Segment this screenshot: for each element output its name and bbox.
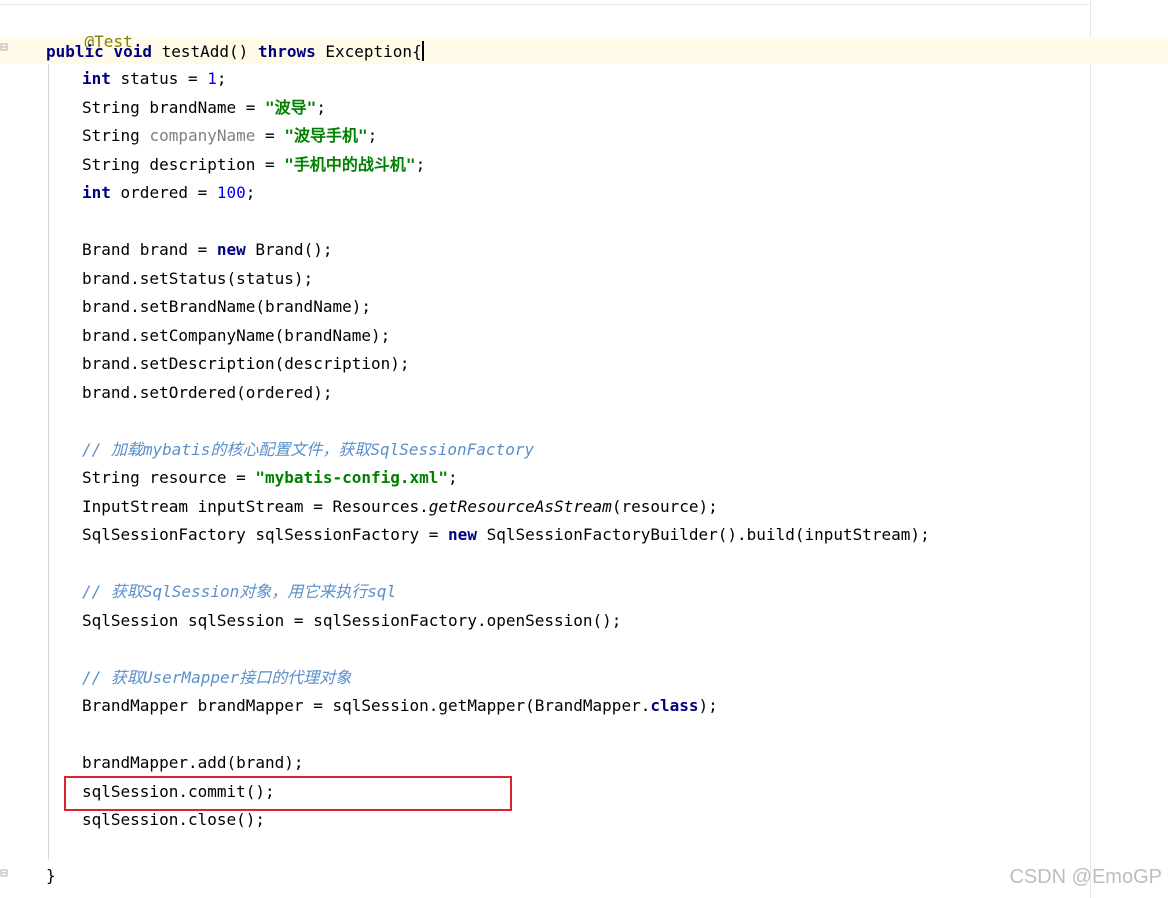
code-editor[interactable]: ⊟ ⊟ @Test public void testAdd() throws E… (0, 0, 1168, 898)
code-line-method-signature[interactable]: public void testAdd() throws Exception{ (46, 41, 424, 62)
exception-text: Exception{ (315, 42, 422, 61)
string-literal: "mybatis-config.xml" (255, 468, 449, 487)
code-text: BrandMapper brandMapper = sqlSession.get… (82, 696, 651, 715)
unused-variable: companyName (149, 126, 256, 145)
code-text: ; (448, 468, 458, 487)
code-line-companyname[interactable]: String companyName = "波导手机"; (82, 126, 377, 146)
code-comment-load-config[interactable]: // 加载mybatis的核心配置文件，获取SqlSessionFactory (82, 440, 534, 460)
code-line-set-companyname[interactable]: brand.setCompanyName(brandName); (82, 326, 390, 346)
keyword-public: public (46, 42, 104, 61)
code-text: ; (245, 183, 256, 202)
code-text: String (82, 126, 150, 145)
keyword-class: class (650, 696, 699, 715)
keyword-int: int (82, 183, 111, 202)
code-text: String resource = (82, 468, 256, 487)
code-line-status[interactable]: int status = 1; (82, 69, 227, 89)
string-literal: "波导" (265, 98, 317, 117)
number-literal: 1 (207, 69, 217, 88)
code-text: Brand brand = (82, 240, 217, 259)
string-literal: "波导手机" (284, 126, 368, 145)
code-text: (resource); (611, 497, 718, 516)
code-text: String brandName = (82, 98, 266, 117)
code-text: = (255, 126, 285, 145)
code-line-close[interactable]: sqlSession.close(); (82, 810, 265, 830)
code-text: ; (415, 155, 426, 174)
method-name: testAdd() (161, 42, 258, 61)
code-text: Brand(); (245, 240, 333, 259)
code-line-get-mapper[interactable]: BrandMapper brandMapper = sqlSession.get… (82, 696, 718, 716)
code-text: InputStream inputStream = Resources. (82, 497, 429, 516)
code-text: ; (316, 98, 326, 117)
code-text: status = (110, 69, 208, 88)
static-method-call: getResourceAsStream (428, 497, 612, 516)
code-text: SqlSessionFactory sqlSessionFactory = (82, 525, 449, 544)
code-line-new-brand[interactable]: Brand brand = new Brand(); (82, 240, 332, 260)
code-line-session-factory[interactable]: SqlSessionFactory sqlSessionFactory = ne… (82, 525, 930, 545)
keyword-int: int (82, 69, 111, 88)
code-line-set-ordered[interactable]: brand.setOrdered(ordered); (82, 383, 332, 403)
fold-end-icon[interactable]: ⊟ (0, 866, 8, 881)
code-line-closing-brace[interactable]: } (46, 866, 56, 886)
code-line-set-brandname[interactable]: brand.setBrandName(brandName); (82, 297, 371, 317)
code-line-open-session[interactable]: SqlSession sqlSession = sqlSessionFactor… (82, 611, 621, 631)
code-text: ; (367, 126, 378, 145)
code-line-brandname[interactable]: String brandName = "波导"; (82, 98, 326, 118)
number-literal: 100 (216, 183, 246, 202)
right-margin-guide (1090, 0, 1091, 898)
text-caret (421, 41, 424, 61)
code-line-set-status[interactable]: brand.setStatus(status); (82, 269, 313, 289)
code-text: ; (216, 69, 227, 88)
keyword-throws: throws (257, 42, 316, 61)
keyword-void: void (113, 42, 152, 61)
code-line-description[interactable]: String description = "手机中的战斗机"; (82, 155, 425, 175)
indent-guide (48, 64, 49, 860)
code-text: String description = (82, 155, 285, 174)
code-line-ordered[interactable]: int ordered = 100; (82, 183, 255, 203)
keyword-new: new (216, 240, 246, 259)
code-line-input-stream[interactable]: InputStream inputStream = Resources.getR… (82, 497, 718, 517)
editor-top-border (0, 4, 1090, 5)
keyword-new: new (448, 525, 477, 544)
string-literal: "手机中的战斗机" (284, 155, 416, 174)
code-text: ordered = (110, 183, 217, 202)
csdn-watermark: CSDN @EmoGP (1009, 866, 1162, 888)
code-line-mapper-add[interactable]: brandMapper.add(brand); (82, 753, 304, 773)
code-text: SqlSessionFactoryBuilder().build(inputSt… (476, 525, 930, 544)
commit-highlight-box (64, 776, 512, 811)
code-line-resource[interactable]: String resource = "mybatis-config.xml"; (82, 468, 458, 488)
code-comment-get-mapper[interactable]: // 获取UserMapper接口的代理对象 (82, 668, 351, 688)
code-text: ); (698, 696, 718, 715)
code-comment-get-session[interactable]: // 获取SqlSession对象，用它来执行sql (82, 582, 396, 602)
code-line-set-description[interactable]: brand.setDescription(description); (82, 354, 410, 374)
fold-method-icon[interactable]: ⊟ (0, 40, 8, 55)
